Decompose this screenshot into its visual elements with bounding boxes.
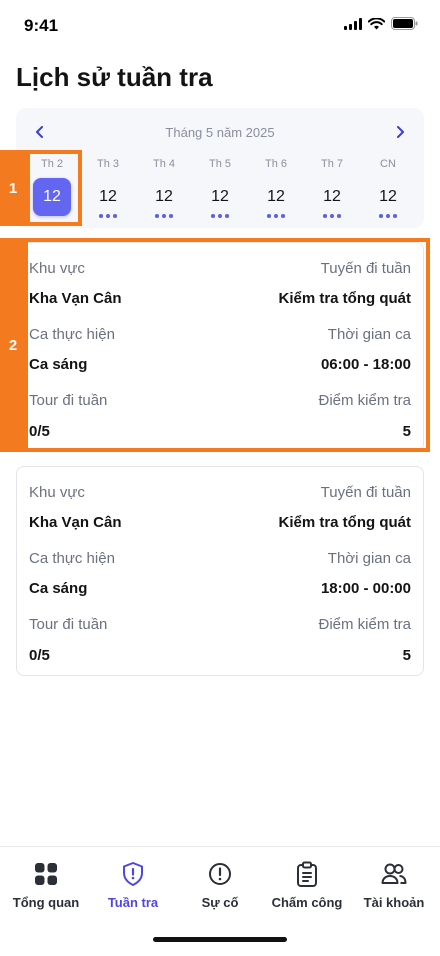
nav-label: Tài khoản xyxy=(363,895,425,910)
day-number: 12 xyxy=(379,188,397,205)
annotation-marker-1: 1 xyxy=(0,150,26,226)
event-dots xyxy=(360,214,416,218)
chevron-right-icon xyxy=(397,126,404,138)
day-name: Th 6 xyxy=(264,158,287,170)
day-name: Th 3 xyxy=(96,158,119,170)
calendar-day-sat[interactable]: Th 7 12 xyxy=(304,156,360,218)
day-number: 12 xyxy=(267,188,285,205)
nav-label: Tổng quan xyxy=(12,895,80,910)
nav-item-account[interactable]: Tài khoản xyxy=(350,861,438,910)
calendar-day-thu[interactable]: Th 5 12 xyxy=(192,156,248,218)
nav-label: Sự cố xyxy=(201,895,239,910)
shield-alert-icon xyxy=(123,862,143,886)
calendar-days: Th 2 12 Th 3 12 Th 4 12 Th 5 12 Th 6 12 … xyxy=(24,156,416,218)
clipboard-icon xyxy=(297,861,317,887)
tour-value: 0/5 xyxy=(29,647,50,664)
grid-icon xyxy=(35,863,57,885)
checkpoint-label: Điểm kiểm tra xyxy=(318,616,411,633)
shift-value: Ca sáng xyxy=(29,580,88,597)
next-month-button[interactable] xyxy=(390,122,410,142)
event-dots xyxy=(136,214,192,218)
calendar-day-sun[interactable]: CN 12 xyxy=(360,156,416,218)
patrol-card[interactable]: Khu vực Tuyến đi tuần Kha Vạn Cân Kiểm tra… xyxy=(16,466,424,676)
nav-label: Chấm công xyxy=(271,895,343,910)
home-indicator xyxy=(153,937,287,942)
day-number: 12 xyxy=(323,188,341,205)
calendar-day-tue[interactable]: Th 3 12 xyxy=(80,156,136,218)
status-icons xyxy=(344,17,418,30)
nav-item-patrol[interactable]: Tuần tra xyxy=(89,861,177,910)
event-dots xyxy=(304,214,360,218)
signal-icon xyxy=(344,17,362,30)
event-dots xyxy=(192,214,248,218)
nav-label: Tuần tra xyxy=(107,895,159,910)
area-label: Khu vực xyxy=(29,484,85,501)
day-name: CN xyxy=(380,158,396,170)
checkpoint-value: 5 xyxy=(402,647,411,664)
status-bar: 9:41 xyxy=(0,0,440,50)
calendar-day-fri[interactable]: Th 6 12 xyxy=(248,156,304,218)
calendar-day-wed[interactable]: Th 4 12 xyxy=(136,156,192,218)
tour-label: Tour đi tuần xyxy=(29,616,108,633)
wifi-icon xyxy=(368,17,385,29)
area-value: Kha Vạn Cân xyxy=(29,514,122,531)
status-time: 9:41 xyxy=(24,16,59,35)
day-name: Th 7 xyxy=(320,158,343,170)
event-dots xyxy=(80,214,136,218)
page-title: Lịch sử tuần tra xyxy=(16,62,213,92)
annotation-marker-2: 2 xyxy=(0,238,26,452)
nav-item-incidents[interactable]: Sự cố xyxy=(176,861,264,910)
calendar-month-label: Tháng 5 năm 2025 xyxy=(165,125,275,140)
shift-label: Ca thực hiện xyxy=(29,550,115,567)
battery-icon xyxy=(391,17,418,30)
day-name: Th 4 xyxy=(152,158,175,170)
day-number: 12 xyxy=(155,188,173,205)
alert-circle-icon xyxy=(209,863,231,885)
event-dots xyxy=(248,214,304,218)
shift-time-label: Thời gian ca xyxy=(327,550,411,567)
nav-item-overview[interactable]: Tổng quan xyxy=(2,861,90,910)
shift-time-value: 18:00 - 00:00 xyxy=(320,580,411,597)
users-icon xyxy=(381,863,407,884)
route-value: Kiểm tra tổng quát xyxy=(278,514,411,531)
day-name: Th 5 xyxy=(208,158,231,170)
annotation-highlight-2 xyxy=(24,238,430,452)
day-number: 12 xyxy=(99,188,117,205)
route-label: Tuyến đi tuần xyxy=(320,484,411,501)
annotation-highlight-1 xyxy=(26,150,82,226)
day-number: 12 xyxy=(211,188,229,205)
nav-item-attendance[interactable]: Chấm công xyxy=(263,861,351,910)
